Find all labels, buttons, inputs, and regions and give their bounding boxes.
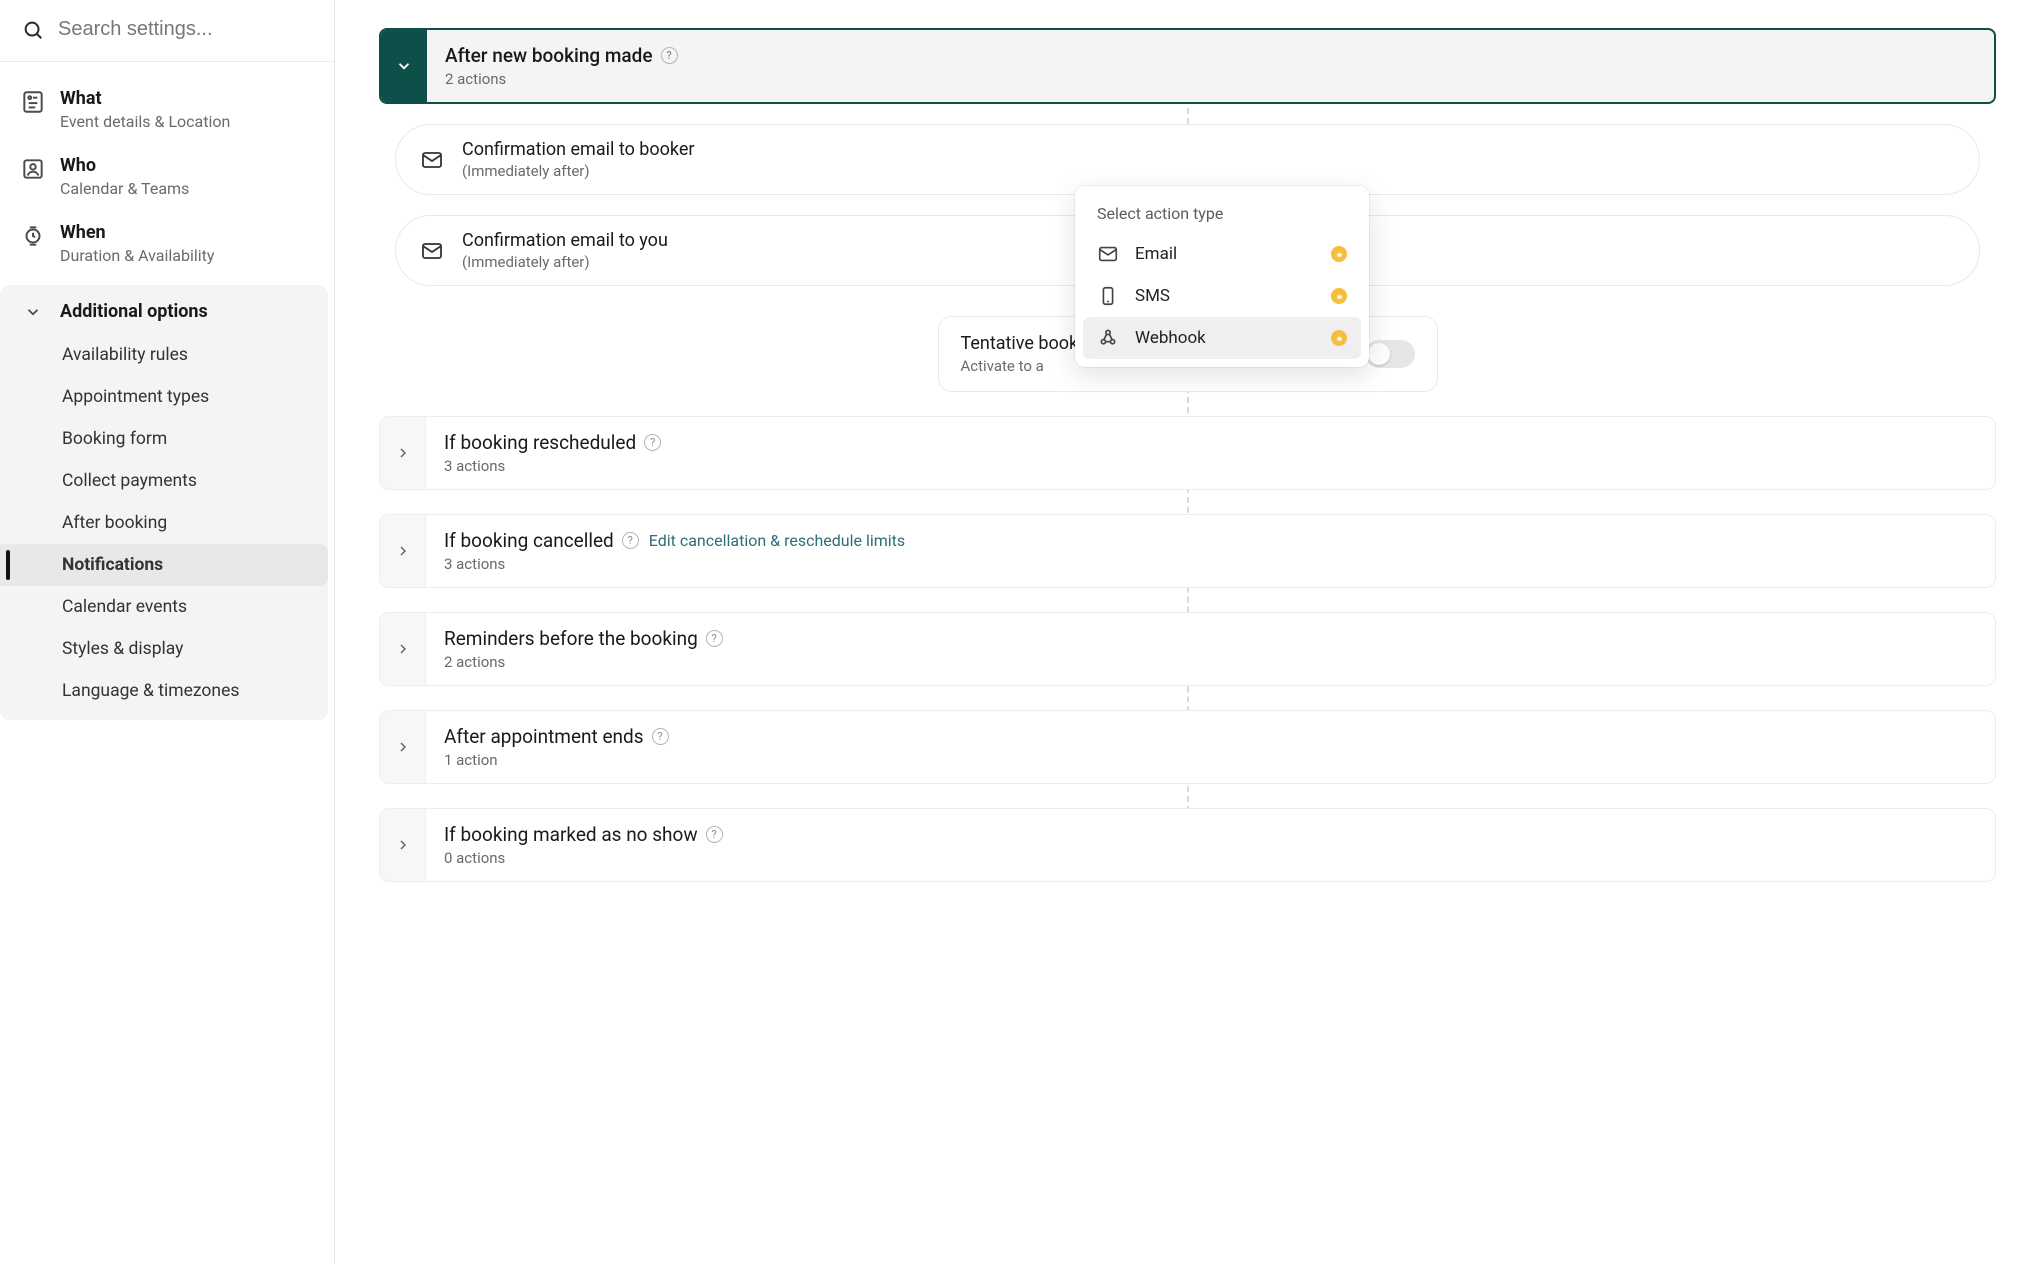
help-icon[interactable]: ? (706, 826, 723, 843)
webhook-icon (1097, 327, 1119, 349)
sidebar-item-notifications[interactable]: Notifications (0, 544, 328, 586)
section-subtitle: 2 actions (444, 653, 1977, 671)
trigger-title: After new booking made (445, 44, 653, 67)
sidebar-item-title: When (60, 222, 214, 243)
sidebar-item-booking-form[interactable]: Booking form (0, 418, 328, 460)
sidebar-item-who[interactable]: Who Calendar & Teams (0, 143, 334, 210)
settings-sidebar: What Event details & Location Who Calend… (0, 0, 335, 1264)
trigger-subtitle: 2 actions (445, 70, 1976, 88)
premium-badge-icon (1331, 246, 1347, 262)
tentative-toggle[interactable] (1365, 340, 1415, 368)
section-title: After appointment ends (444, 725, 644, 748)
help-icon[interactable]: ? (661, 47, 678, 64)
sidebar-item-after-booking[interactable]: After booking (0, 502, 328, 544)
sidebar-item-language-timezones[interactable]: Language & timezones (0, 670, 328, 712)
trigger-collapse-button[interactable] (381, 30, 427, 102)
popup-item-label: Email (1135, 244, 1177, 264)
section-title: If booking marked as no show (444, 823, 698, 846)
popup-item-label: Webhook (1135, 328, 1206, 348)
sidebar-item-calendar-events[interactable]: Calendar events (0, 586, 328, 628)
section-title: If booking cancelled (444, 529, 614, 552)
section-expand-button[interactable] (380, 613, 426, 685)
main-content: After new booking made ? 2 actions Confi… (335, 0, 2040, 1264)
phone-icon (1097, 285, 1119, 307)
person-card-icon (20, 156, 46, 182)
section-expand-button[interactable] (380, 417, 426, 489)
section-subtitle: 3 actions (444, 457, 1977, 475)
section-after-appointment-ends[interactable]: After appointment ends ? 1 action (379, 710, 1996, 784)
section-expand-button[interactable] (380, 711, 426, 783)
mail-icon (420, 239, 444, 263)
section-expand-button[interactable] (380, 809, 426, 881)
popup-item-label: SMS (1135, 286, 1170, 306)
action-title: Confirmation email to you (462, 230, 668, 251)
sidebar-item-subtitle: Event details & Location (60, 112, 230, 131)
sidebar-item-what[interactable]: What Event details & Location (0, 76, 334, 143)
action-subtitle: (Immediately after) (462, 162, 695, 180)
sidebar-item-collect-payments[interactable]: Collect payments (0, 460, 328, 502)
popup-item-sms[interactable]: SMS (1083, 275, 1361, 317)
help-icon[interactable]: ? (644, 434, 661, 451)
sidebar-item-subtitle: Duration & Availability (60, 246, 214, 265)
help-icon[interactable]: ? (622, 532, 639, 549)
section-expand-button[interactable] (380, 515, 426, 587)
section-subtitle: 3 actions (444, 555, 1977, 573)
section-title: Reminders before the booking (444, 627, 698, 650)
search-settings[interactable] (0, 0, 334, 62)
help-icon[interactable]: ? (652, 728, 669, 745)
sidebar-item-styles-display[interactable]: Styles & display (0, 628, 328, 670)
sidebar-additional-label: Additional options (60, 301, 208, 322)
section-title: If booking rescheduled (444, 431, 636, 454)
mail-icon (1097, 243, 1119, 265)
sidebar-item-appointment-types[interactable]: Appointment types (0, 376, 328, 418)
chevron-down-icon (24, 303, 42, 321)
popup-header: Select action type (1083, 204, 1361, 233)
action-subtitle: (Immediately after) (462, 253, 668, 271)
section-if-cancelled[interactable]: If booking cancelled ? Edit cancellation… (379, 514, 1996, 588)
premium-badge-icon (1331, 288, 1347, 304)
search-icon (22, 19, 44, 41)
sidebar-item-title: What (60, 88, 230, 109)
trigger-after-new-booking[interactable]: After new booking made ? 2 actions (379, 28, 1996, 104)
sidebar-item-when[interactable]: When Duration & Availability (0, 210, 334, 277)
sidebar-additional-options: Additional options Availability rules Ap… (0, 285, 328, 720)
doc-icon (20, 89, 46, 115)
help-icon[interactable]: ? (706, 630, 723, 647)
edit-cancellation-limits-link[interactable]: Edit cancellation & reschedule limits (649, 531, 905, 550)
action-type-popup: Select action type Email SMS (1075, 186, 1369, 367)
mail-icon (420, 148, 444, 172)
section-subtitle: 0 actions (444, 849, 1977, 867)
sidebar-additional-header[interactable]: Additional options (0, 285, 328, 334)
section-reminders-before[interactable]: Reminders before the booking ? 2 actions (379, 612, 1996, 686)
sidebar-item-subtitle: Calendar & Teams (60, 179, 189, 198)
watch-icon (20, 223, 46, 249)
action-confirmation-email-booker[interactable]: Confirmation email to booker (Immediatel… (395, 124, 1980, 195)
popup-item-email[interactable]: Email (1083, 233, 1361, 275)
action-title: Confirmation email to booker (462, 139, 695, 160)
premium-badge-icon (1331, 330, 1347, 346)
section-if-rescheduled[interactable]: If booking rescheduled ? 3 actions (379, 416, 1996, 490)
popup-item-webhook[interactable]: Webhook (1083, 317, 1361, 359)
sidebar-primary-nav: What Event details & Location Who Calend… (0, 62, 334, 285)
sidebar-item-availability-rules[interactable]: Availability rules (0, 334, 328, 376)
sidebar-item-title: Who (60, 155, 189, 176)
search-input[interactable] (58, 18, 323, 41)
section-if-no-show[interactable]: If booking marked as no show ? 0 actions (379, 808, 1996, 882)
section-subtitle: 1 action (444, 751, 1977, 769)
